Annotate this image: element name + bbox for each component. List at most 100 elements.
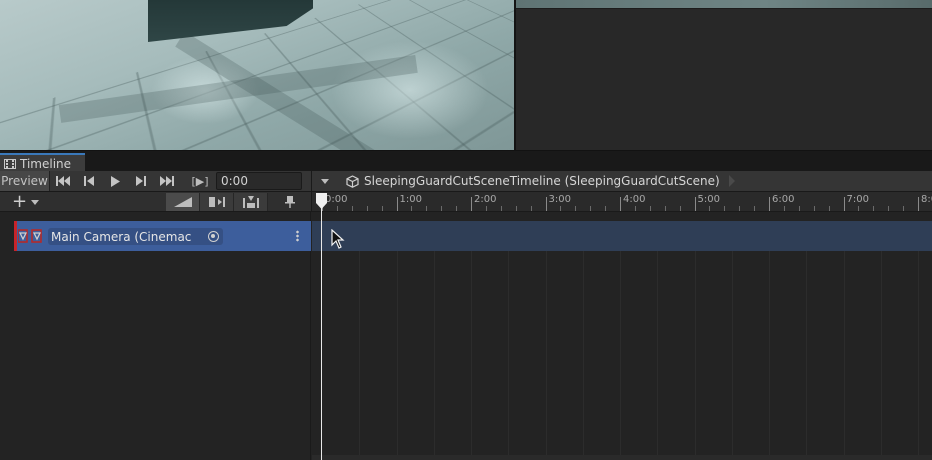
- ruler-minor-tick: [411, 206, 413, 211]
- ruler-minor-tick: [485, 206, 487, 211]
- go-to-end-button[interactable]: [154, 171, 180, 191]
- ruler-minor-tick: [351, 206, 353, 211]
- chevron-down-icon: [321, 178, 329, 184]
- ruler-minor-tick: [575, 206, 577, 211]
- ruler-minor-tick: [515, 206, 517, 211]
- ruler-major-tick: [918, 197, 919, 211]
- step-back-icon: [84, 176, 94, 186]
- breadcrumb-arrow-icon: [728, 175, 735, 187]
- grid-line: [545, 250, 547, 460]
- track-label: Main Camera (Cinemac: [51, 229, 192, 244]
- ruler-minor-tick: [813, 206, 815, 211]
- tab-timeline[interactable]: Timeline: [0, 153, 85, 172]
- time-ruler[interactable]: 0:00 1:00 2:00 3:00 4:00 5:00 6:00 7:00 8:0: [311, 192, 932, 212]
- step-forward-icon: [136, 176, 146, 186]
- ruler-minor-tick: [500, 206, 502, 211]
- ruler-minor-tick: [441, 206, 443, 211]
- track-toolbar: +: [0, 192, 311, 212]
- ruler-major-tick: [396, 197, 398, 211]
- previous-frame-button[interactable]: [76, 171, 102, 191]
- object-picker-icon[interactable]: [208, 231, 219, 242]
- clips-area[interactable]: [312, 212, 932, 460]
- grid-line: [694, 250, 696, 460]
- ruler-minor-tick: [903, 206, 905, 211]
- ruler-major-tick: [694, 197, 696, 211]
- mouse-pointer-icon: [331, 228, 345, 249]
- ripple-mode-button[interactable]: [200, 193, 234, 211]
- ruler-minor-tick: [664, 206, 666, 211]
- horizontal-scrollbar[interactable]: [312, 455, 932, 460]
- timeline-toolbar: Preview [▶] 0:00 SleepingGuardCutSceneTi…: [0, 171, 932, 192]
- lock-playhead-button[interactable]: [281, 193, 299, 211]
- ruler-tick-label: 1:00: [399, 194, 422, 205]
- replace-mode-button[interactable]: [234, 193, 268, 211]
- playhead-handle[interactable]: [316, 193, 327, 209]
- grid-line: [508, 250, 510, 460]
- ruler-tick-label: 3:00: [548, 194, 571, 205]
- ruler-minor-tick: [754, 206, 756, 211]
- ruler-major-tick: [471, 197, 472, 211]
- ruler-minor-tick: [381, 206, 383, 211]
- track-binding-field[interactable]: Main Camera (Cinemac: [48, 228, 223, 245]
- ruler-minor-tick: [634, 206, 636, 211]
- game-view-edge: [516, 8, 932, 9]
- ruler-minor-tick: [456, 206, 458, 211]
- ruler-minor-tick: [560, 206, 562, 211]
- grid-line: [806, 250, 808, 460]
- ruler-minor-tick: [724, 206, 726, 211]
- track-row-main-camera[interactable]: [312, 221, 932, 251]
- ruler-minor-tick: [739, 206, 741, 211]
- replace-mode-icon: [242, 196, 259, 208]
- ruler-minor-tick: [426, 206, 428, 211]
- ruler-minor-tick: [336, 206, 338, 211]
- ruler-tick-label: 5:00: [697, 194, 720, 205]
- game-view-viewport[interactable]: [516, 0, 932, 150]
- ruler-major-tick: [843, 197, 845, 211]
- ruler-major-tick: [620, 197, 621, 211]
- tab-bar: Timeline: [0, 150, 932, 172]
- ruler-tick-label: 7:00: [846, 194, 869, 205]
- track-header-main-camera[interactable]: Main Camera (Cinemac: [14, 221, 311, 251]
- grid-line: [359, 250, 361, 460]
- go-to-start-button[interactable]: [50, 171, 76, 191]
- timeline-window: Timeline Preview [▶] 0:00 SleepingGuardC…: [0, 150, 932, 460]
- breadcrumb[interactable]: SleepingGuardCutSceneTimeline (SleepingG…: [346, 174, 735, 188]
- ruler-minor-tick: [873, 206, 875, 211]
- play-button[interactable]: [102, 171, 128, 191]
- breadcrumb-label: SleepingGuardCutSceneTimeline (SleepingG…: [364, 174, 720, 188]
- mix-mode-button[interactable]: [166, 193, 200, 211]
- pin-icon: [285, 196, 295, 208]
- skip-to-start-icon: [56, 176, 70, 186]
- grid-line: [918, 250, 919, 460]
- ruler-tick-label: 2:00: [474, 194, 497, 205]
- ruler-minor-tick: [366, 206, 368, 211]
- ruler-minor-tick: [679, 206, 681, 211]
- cinemachine-brain-icon: [17, 229, 46, 243]
- grid-line: [731, 250, 733, 460]
- clip-edit-mode-group: [166, 193, 268, 211]
- grid-line: [433, 250, 435, 460]
- kebab-menu-icon[interactable]: [296, 230, 299, 242]
- ruler-minor-tick: [530, 206, 532, 211]
- add-track-button[interactable]: +: [12, 193, 46, 211]
- ruler-minor-tick: [709, 206, 711, 211]
- grid-line: [620, 250, 621, 460]
- next-frame-button[interactable]: [128, 171, 154, 191]
- timeline-asset-dropdown[interactable]: [312, 171, 338, 191]
- ruler-tick-label: 4:00: [623, 194, 646, 205]
- tab-timeline-label: Timeline: [20, 156, 72, 171]
- playhead-line: [321, 204, 322, 460]
- grid-line: [843, 250, 845, 460]
- grid-line: [880, 250, 882, 460]
- ruler-major-tick: [545, 197, 547, 211]
- preview-button[interactable]: Preview: [0, 171, 50, 191]
- current-time-field[interactable]: 0:00: [216, 172, 302, 190]
- scene-view-viewport[interactable]: [0, 0, 514, 150]
- film-icon: [4, 158, 16, 169]
- play-icon: [111, 175, 120, 187]
- play-range-button[interactable]: [▶]: [186, 171, 214, 191]
- timeline-header-bar: SleepingGuardCutSceneTimeline (SleepingG…: [311, 171, 932, 191]
- playback-controls: Preview [▶] 0:00: [0, 171, 311, 191]
- ruler-minor-tick: [828, 206, 830, 211]
- ripple-mode-icon: [208, 197, 225, 207]
